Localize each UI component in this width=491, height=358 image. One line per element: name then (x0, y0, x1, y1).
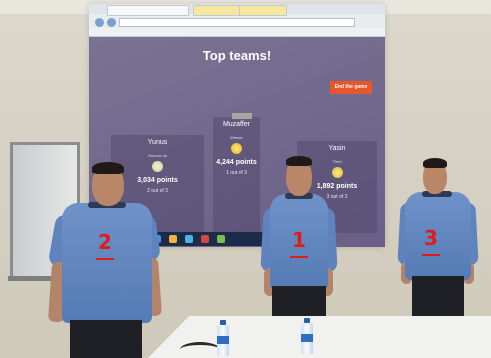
menu-bar (89, 28, 385, 37)
forward-icon[interactable] (107, 18, 116, 27)
shirt (62, 203, 152, 323)
rank-label: 3 (424, 226, 438, 250)
medal-icon (231, 143, 242, 154)
team-rank: 2 out of 3 (147, 188, 168, 194)
hair (286, 156, 312, 166)
team-name: Muzaffer (222, 121, 251, 128)
team-rank: 1 out of 3 (226, 170, 247, 176)
cable (180, 342, 220, 357)
app-icon[interactable] (201, 235, 209, 243)
team-name: Yasin (328, 145, 346, 152)
medal-icon (152, 161, 163, 172)
browser-tab[interactable] (107, 5, 189, 16)
app-icon[interactable] (217, 235, 225, 243)
rank-label: 1 (292, 228, 306, 252)
bottle-label (301, 334, 313, 342)
rank-underline (290, 256, 308, 258)
browser-tab[interactable] (193, 5, 241, 16)
tab-bar (89, 4, 385, 16)
team-label: Runner up (148, 153, 167, 158)
hair (423, 158, 447, 168)
team-points: 3,034 points (137, 177, 178, 184)
page-title: Top teams! (202, 48, 272, 63)
podium-first: Muzaffer Winner 4,244 points 1 out of 3 (213, 117, 260, 233)
projector-bracket (232, 113, 252, 119)
browser-icon[interactable] (185, 235, 193, 243)
pants (70, 320, 142, 358)
medal-icon (331, 167, 343, 178)
end-game-button[interactable]: End the game (330, 81, 372, 94)
rank-underline (96, 258, 114, 260)
team-points: 4,244 points (216, 159, 257, 166)
bottle-cap (220, 320, 226, 325)
team-name: Yunus (147, 139, 168, 146)
browser-tab[interactable] (239, 5, 287, 16)
hair (92, 162, 124, 174)
water-bottle (217, 320, 229, 356)
bottle-cap (304, 318, 310, 323)
team-label: Winner (230, 135, 243, 140)
rank-underline (422, 254, 440, 256)
bottle-label (217, 336, 229, 344)
folder-icon[interactable] (169, 235, 177, 243)
rank-label: 2 (98, 230, 112, 254)
address-bar[interactable] (119, 18, 355, 27)
water-bottle (301, 318, 313, 354)
browser-chrome (89, 4, 385, 37)
back-icon[interactable] (95, 18, 104, 27)
